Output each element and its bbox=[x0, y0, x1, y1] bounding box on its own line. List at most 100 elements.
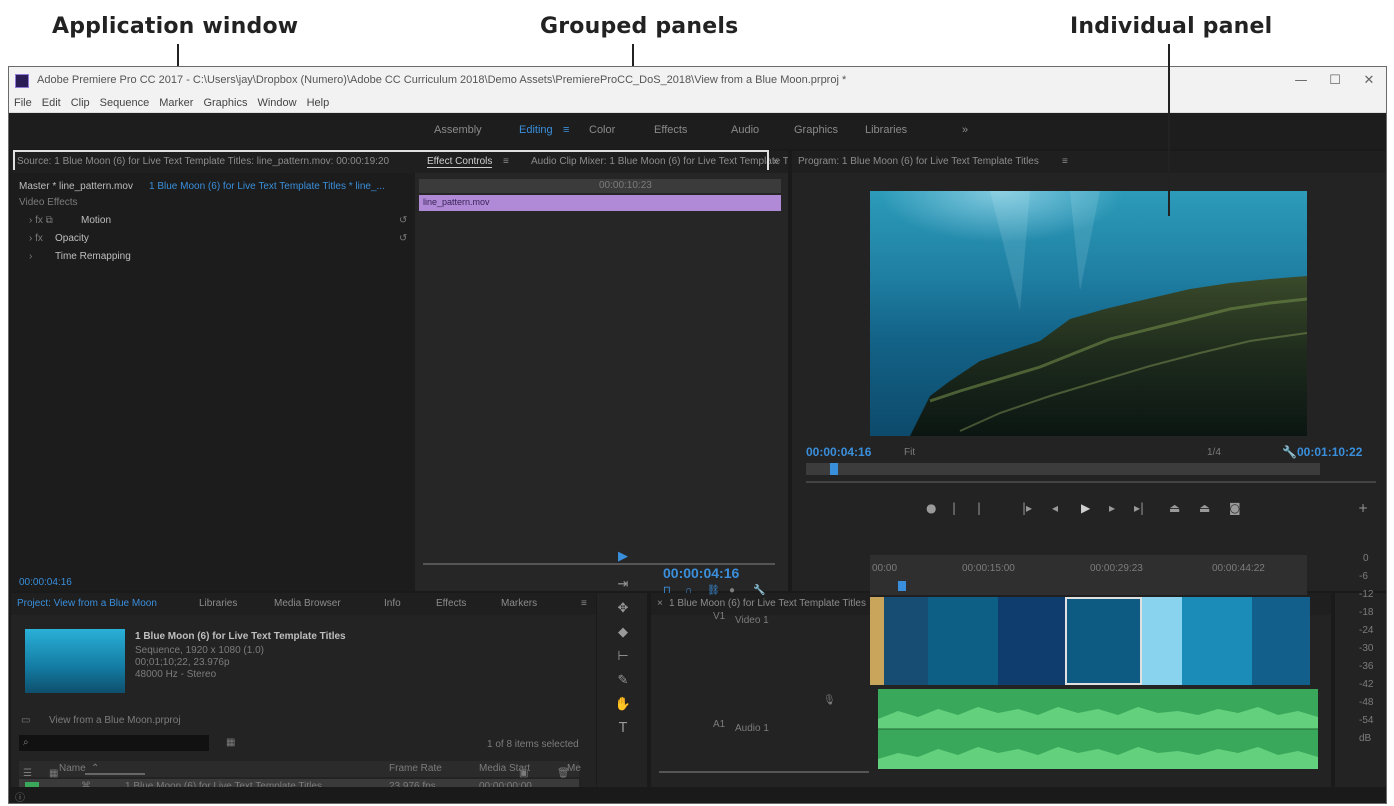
audio-clip[interactable] bbox=[878, 689, 1318, 769]
go-to-out-icon[interactable]: ▸| bbox=[1134, 501, 1144, 515]
workspace-assembly[interactable]: Assembly bbox=[434, 124, 482, 136]
search-icon: ⌕ bbox=[23, 737, 29, 748]
audio-track-target[interactable]: A1 bbox=[713, 719, 725, 730]
icon-view-icon[interactable]: ▦ bbox=[49, 768, 58, 779]
workspace-audio[interactable]: Audio bbox=[731, 124, 759, 136]
tab-media-browser[interactable]: Media Browser bbox=[274, 598, 341, 609]
list-view-icon[interactable]: ☰ bbox=[23, 768, 32, 779]
timeline-scrollbar[interactable] bbox=[659, 771, 869, 773]
effect-opacity[interactable]: Opacity bbox=[55, 233, 89, 244]
workspace-more-icon[interactable]: » bbox=[962, 124, 968, 136]
clip-bar[interactable]: line_pattern.mov bbox=[419, 195, 781, 211]
export-frame-icon[interactable]: ◙ bbox=[1229, 501, 1241, 515]
panel-menu-icon[interactable]: » bbox=[773, 156, 779, 167]
type-tool-icon[interactable]: T bbox=[613, 721, 633, 736]
effect-controls-timecode[interactable]: 00:00:04:16 bbox=[19, 577, 72, 588]
wrench-icon[interactable]: 🔧 bbox=[1282, 445, 1297, 459]
video-track-target[interactable]: V1 bbox=[713, 611, 725, 622]
extract-icon[interactable]: ⏏ bbox=[1199, 501, 1210, 515]
workspace-effects[interactable]: Effects bbox=[654, 124, 687, 136]
menu-graphics[interactable]: Graphics bbox=[198, 95, 252, 109]
selection-count: 1 of 8 items selected bbox=[487, 739, 579, 750]
workspace-editing[interactable]: Editing bbox=[519, 124, 553, 136]
project-thumbnail[interactable] bbox=[25, 629, 125, 693]
mic-icon[interactable]: 🎙 bbox=[823, 695, 836, 706]
reset-opacity-icon[interactable]: ↺ bbox=[399, 233, 407, 244]
step-forward-icon[interactable]: ▸ bbox=[1109, 501, 1115, 515]
track-select-tool-icon[interactable]: ⇥ bbox=[613, 577, 633, 592]
video-clip-strip[interactable] bbox=[870, 597, 1310, 685]
maximize-button[interactable]: ☐ bbox=[1320, 71, 1350, 91]
program-fit-select[interactable]: Fit bbox=[904, 447, 915, 458]
razor-tool-icon[interactable]: ◆ bbox=[613, 625, 633, 640]
tab-effects[interactable]: Effects bbox=[436, 598, 466, 609]
workspace-libraries[interactable]: Libraries bbox=[865, 124, 907, 136]
program-quality-select[interactable]: 1/4 bbox=[1207, 447, 1221, 458]
ripple-edit-tool-icon[interactable]: ✥ bbox=[613, 601, 633, 616]
program-playhead[interactable] bbox=[830, 463, 838, 475]
hand-tool-icon[interactable]: ✋ bbox=[613, 697, 633, 712]
program-tab-menu-icon[interactable]: ≡ bbox=[1062, 156, 1068, 167]
workspace-color[interactable]: Color bbox=[589, 124, 615, 136]
status-info-icon[interactable]: ⓘ bbox=[15, 789, 25, 803]
time-remap-icon[interactable]: › bbox=[29, 251, 32, 262]
workspace-menu-icon[interactable]: ≡ bbox=[563, 124, 569, 136]
add-marker-timeline-icon[interactable]: ● bbox=[729, 585, 735, 596]
slip-tool-icon[interactable]: ⊢ bbox=[613, 649, 633, 664]
menu-help[interactable]: Help bbox=[302, 95, 335, 109]
ruler-mark-2: 00:00:29:23 bbox=[1090, 563, 1143, 574]
menu-edit[interactable]: Edit bbox=[37, 95, 66, 109]
pen-tool-icon[interactable]: ✎ bbox=[613, 673, 633, 688]
timeline-settings-icon[interactable]: 🔧 bbox=[753, 585, 765, 596]
program-current-timecode[interactable]: 00:00:04:16 bbox=[806, 445, 871, 459]
column-name[interactable]: Name bbox=[59, 763, 86, 774]
play-icon[interactable]: ▶ bbox=[1081, 501, 1090, 515]
menu-sequence[interactable]: Sequence bbox=[95, 95, 155, 109]
opacity-icon[interactable]: › fx bbox=[29, 233, 43, 244]
timeline-playhead[interactable] bbox=[898, 581, 906, 591]
program-zoom-bar[interactable] bbox=[806, 481, 1376, 483]
program-tab[interactable]: Program: 1 Blue Moon (6) for Live Text T… bbox=[798, 156, 1039, 167]
menu-window[interactable]: Window bbox=[252, 95, 301, 109]
tab-info[interactable]: Info bbox=[384, 598, 401, 609]
zoom-slider[interactable] bbox=[85, 773, 145, 775]
menu-clip[interactable]: Clip bbox=[66, 95, 95, 109]
magnet-icon[interactable]: ∩ bbox=[685, 585, 692, 596]
minimize-button[interactable]: — bbox=[1286, 71, 1316, 91]
reset-motion-icon[interactable]: ↺ bbox=[399, 215, 407, 226]
snap-icon[interactable]: ⊓ bbox=[663, 585, 671, 596]
new-bin-icon[interactable]: ▦ bbox=[226, 737, 235, 748]
selection-tool-icon[interactable]: ▶ bbox=[613, 549, 633, 564]
sequence-link[interactable]: 1 Blue Moon (6) for Live Text Template T… bbox=[149, 181, 385, 192]
project-search-input[interactable]: ⌕ bbox=[19, 735, 209, 751]
step-back-icon[interactable]: ◂ bbox=[1052, 501, 1058, 515]
tab-markers[interactable]: Markers bbox=[501, 598, 537, 609]
timeline-tab[interactable]: 1 Blue Moon (6) for Live Text Template T… bbox=[669, 598, 866, 609]
close-button[interactable]: ✕ bbox=[1354, 71, 1384, 91]
mark-out-icon[interactable]: | bbox=[977, 501, 981, 515]
lift-icon[interactable]: ⏏ bbox=[1169, 501, 1180, 515]
linked-selection-icon[interactable]: ⛓ bbox=[707, 585, 720, 596]
menu-marker[interactable]: Marker bbox=[154, 95, 198, 109]
timeline-ruler[interactable]: 00:00 00:00:15:00 00:00:29:23 00:00:44:2… bbox=[870, 555, 1307, 595]
tab-project[interactable]: Project: View from a Blue Moon bbox=[17, 598, 157, 609]
add-marker-icon[interactable]: ● bbox=[926, 501, 936, 515]
workspace-graphics[interactable]: Graphics bbox=[794, 124, 838, 136]
trash-icon[interactable]: 🗑 bbox=[557, 768, 570, 779]
timeline-close-icon[interactable]: × bbox=[657, 598, 663, 609]
effect-motion[interactable]: Motion bbox=[81, 215, 111, 226]
timeline-timecode[interactable]: 00:00:04:16 bbox=[663, 565, 739, 581]
mark-in-icon[interactable]: | bbox=[952, 501, 956, 515]
new-item-icon[interactable]: ▣ bbox=[519, 768, 528, 779]
menu-file[interactable]: File bbox=[9, 95, 37, 109]
effect-time-remapping[interactable]: Time Remapping bbox=[55, 251, 131, 262]
program-scrub-bar[interactable] bbox=[806, 463, 1320, 475]
meter-tick-2: -12 bbox=[1359, 589, 1374, 600]
tab-libraries[interactable]: Libraries bbox=[199, 598, 237, 609]
button-editor-icon[interactable]: + bbox=[1358, 501, 1368, 515]
motion-icon[interactable]: › fx ⧉ bbox=[29, 215, 53, 226]
go-to-in-icon[interactable]: |▸ bbox=[1022, 501, 1032, 515]
project-panel-menu-icon[interactable]: ≡ bbox=[581, 598, 587, 609]
folder-icon: ▭ bbox=[21, 715, 31, 726]
column-frame-rate[interactable]: Frame Rate bbox=[389, 763, 442, 774]
